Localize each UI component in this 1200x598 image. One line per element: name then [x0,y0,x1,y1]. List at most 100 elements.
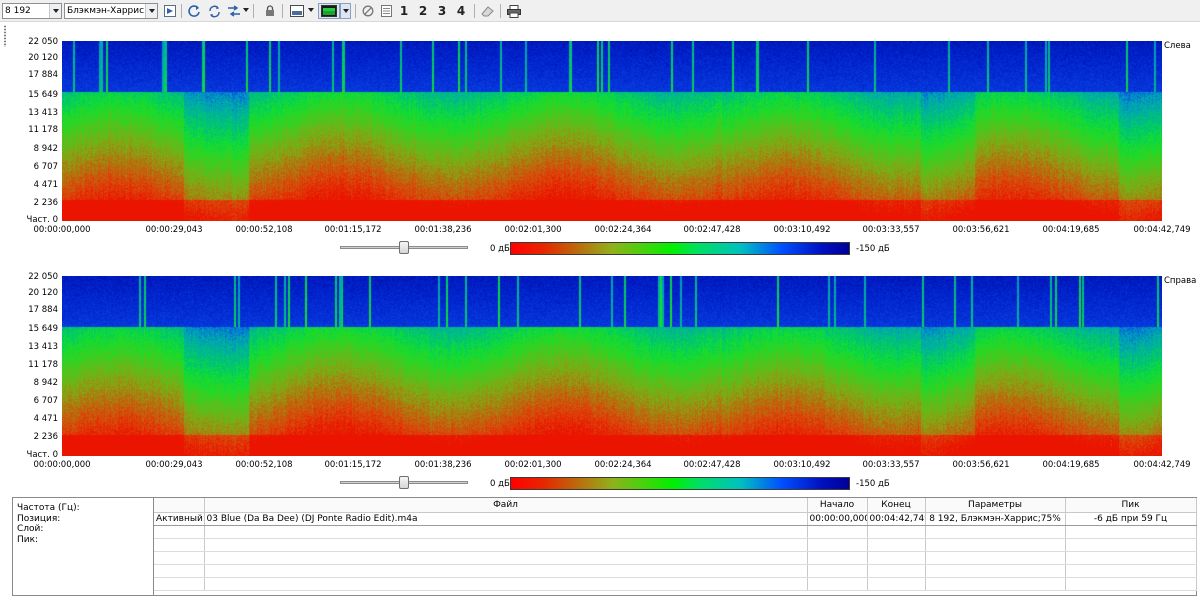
time-label: 00:01:15,172 [324,225,382,235]
chevron-down-icon [145,4,157,18]
params-value: 8 192, Блэкмэн-Харрис;75% [925,512,1066,526]
spectrogram-canvas[interactable] [62,41,1162,221]
lock-icon [266,5,274,16]
frequency-label: 13 413 [28,342,58,352]
column-header-file[interactable]: Файл [204,498,808,513]
chevron-down-icon [342,9,349,13]
column-header-end[interactable]: Конец [867,498,926,513]
column-header-label [154,498,205,513]
sync-icon [208,5,220,17]
frequency-label: 20 120 [28,288,58,298]
slider-thumb[interactable] [399,241,409,254]
eraser-button[interactable] [480,3,496,19]
time-label: 00:01:15,172 [324,460,382,470]
fft-size-select[interactable]: 8 192 [2,3,62,19]
table-row [154,564,1197,578]
property-layer: Слой: [17,524,44,534]
frequency-label: 8 942 [33,144,58,154]
link-button[interactable] [226,3,242,19]
column-header-start[interactable]: Начало [807,498,868,513]
column-header-peak[interactable]: Пик [1065,498,1197,513]
peak-value: -6 дБ при 59 Гц [1065,512,1197,526]
table-row [154,525,1197,539]
file-table: Файл Начало Конец Параметры Пик Активный… [154,498,1197,591]
table-row [154,551,1197,565]
time-label: 00:00:52,108 [235,460,293,470]
time-label: 00:00:00,000 [33,460,91,470]
property-position: Позиция: [17,513,61,524]
no-filter-button[interactable] [360,3,376,19]
time-label: 00:00:52,108 [235,225,293,235]
frequency-label: 22 050 [28,272,58,282]
print-icon [507,4,521,18]
frequency-label: 4 471 [33,414,58,424]
toolbar-separator [282,4,283,18]
time-label: 00:02:01,300 [504,460,562,470]
display-mode-icon [290,5,304,17]
time-label: 00:01:38,236 [414,225,472,235]
refresh-icon [187,4,200,17]
time-label: 00:03:10,492 [773,460,831,470]
file-table-grid: Файл Начало Конец Параметры Пик Активный… [154,498,1197,591]
bypass-button[interactable] [162,3,178,19]
display-mode-button[interactable] [289,3,305,19]
time-label: 00:03:10,492 [773,225,831,235]
channel-2-button[interactable]: 2 [416,3,430,19]
refresh-button[interactable] [186,3,202,19]
grid-button[interactable] [378,3,394,19]
time-label: 00:04:19,685 [1042,460,1100,470]
lock-button[interactable] [262,3,278,19]
chevron-down-icon[interactable] [308,8,314,12]
time-label: 00:03:56,621 [952,460,1010,470]
channel-1-button[interactable]: 1 [397,3,411,19]
frequency-label: Част. 0 [26,215,58,225]
frequency-label: 8 942 [33,378,58,388]
frequency-label: 15 649 [28,90,58,100]
chevron-down-icon[interactable] [243,8,249,12]
frequency-label: 2 236 [33,198,58,208]
slider-thumb[interactable] [399,476,409,489]
frequency-label: 13 413 [28,108,58,118]
channel-label-right: Справа [1164,276,1197,286]
time-label: 00:04:42,749 [1133,225,1191,235]
grid-icon [380,5,392,17]
link-icon [228,5,240,17]
frequency-label: 2 236 [33,432,58,442]
fft-size-value: 8 192 [5,6,31,16]
toolbar-separator [500,4,501,18]
frequency-label: 15 649 [28,324,58,334]
info-panel: Частота (Гц): Позиция: Слой: Пик: Файл Н… [12,497,1197,596]
properties-panel: Частота (Гц): Позиция: Слой: Пик: [13,498,154,595]
channel-3-button[interactable]: 3 [435,3,449,19]
end-time: 00:04:42,749 [867,512,926,526]
channel-label-left: Слева [1164,41,1191,51]
eraser-icon [481,6,494,17]
property-frequency: Частота (Гц): [17,503,80,513]
sync-button[interactable] [206,3,222,19]
window-function-value: Блэкмэн-Харрис [67,6,145,16]
toolbar-separator [253,4,254,18]
time-label: 00:02:01,300 [504,225,562,235]
spectrogram-canvas[interactable] [62,276,1162,456]
print-button[interactable] [506,3,522,19]
color-scheme-button[interactable] [318,3,340,19]
frequency-label: 22 050 [28,37,58,47]
time-label: 00:03:56,621 [952,225,1010,235]
toolbar-separator [474,4,475,18]
time-label: 00:03:33,557 [862,460,920,470]
scale-min-label: 0 дБ [490,244,510,254]
bypass-icon [164,5,176,17]
start-time: 00:00:00,000 [807,512,868,526]
channel-4-button[interactable]: 4 [454,3,468,19]
db-color-scale [510,242,850,255]
table-row-active[interactable]: Активный: 03 Blue (Da Ba Dee) (DJ Ponte … [154,512,1197,526]
column-header-params[interactable]: Параметры [925,498,1066,513]
time-label: 00:00:00,000 [33,225,91,235]
color-scheme-dropdown[interactable] [340,3,351,19]
window-function-select[interactable]: Блэкмэн-Харрис [64,3,158,19]
time-label: 00:02:47,428 [683,225,741,235]
file-name: 03 Blue (Da Ba Dee) (DJ Ponte Radio Edit… [204,512,808,526]
time-label: 00:01:38,236 [414,460,472,470]
color-scheme-icon [321,5,337,17]
toolbar: 8 192 Блэкмэн-Харрис 1 2 3 4 [0,0,1200,22]
